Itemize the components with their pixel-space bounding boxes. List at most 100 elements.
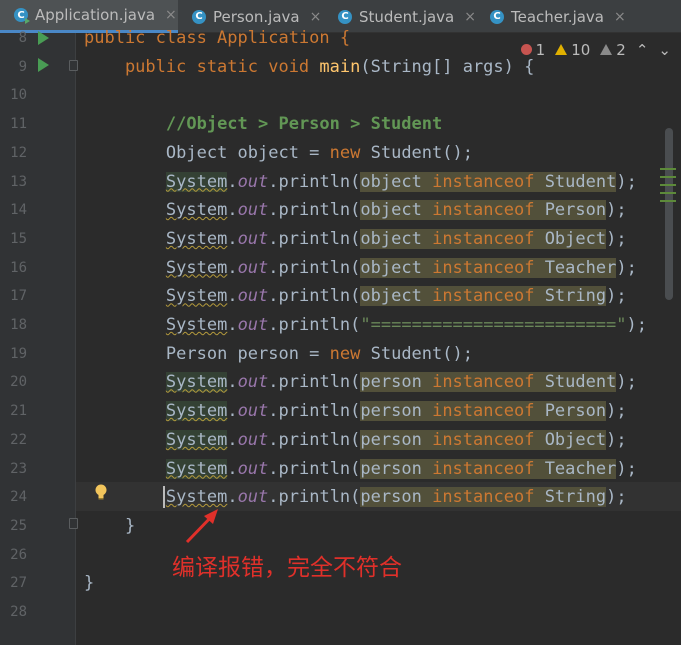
code-token: System [165,200,228,221]
instanceof-expression: object instanceof Student [360,171,617,192]
code-text: System.out.println(object instanceof Stu… [165,171,637,192]
line-number: 20 [10,374,27,391]
line-number: 8 [18,30,27,46]
code-token: out [237,487,269,508]
code-token: System [165,401,228,422]
code-line: 11 //Object > Person > Student [0,110,681,139]
text-caret [163,486,165,508]
code-token: .println( [268,458,361,479]
code-text: public class Application { [84,24,350,53]
fold-marker-icon[interactable] [69,518,78,529]
line-number: 17 [10,288,27,305]
code-token: out [237,286,269,307]
code-token: Object [544,228,607,249]
code-token: Person [544,401,607,422]
close-icon[interactable]: × [165,7,177,23]
line-number: 10 [10,87,27,104]
code-token: out [237,429,269,450]
code-token: ); [606,429,627,450]
fold-marker-icon[interactable] [69,60,78,71]
code-token: Object object = [165,142,330,163]
instanceof-expression: person instanceof Person [360,401,607,422]
code-token: .println( [268,487,361,508]
code-token: System [165,171,228,192]
keyword-instanceof: instanceof [432,228,535,249]
code-token: Student [544,171,617,192]
code-token: .println( [268,429,361,450]
code-line: 25 } [0,512,681,541]
code-text: //Object > Person > Student [84,110,442,139]
annotation-arrow [185,509,218,544]
keyword-new: new [329,142,361,163]
lightbulb-icon[interactable] [94,484,108,500]
code-token: } [84,573,95,594]
code-token: System [165,257,228,278]
java-class-run-icon: C [14,8,30,24]
code-token: object [360,228,422,249]
code-token: person [360,372,422,393]
keyword-instanceof: instanceof [432,171,535,192]
code-line: 28 [0,598,681,627]
line-number: 25 [10,517,27,534]
code-token: Student(); [360,343,473,364]
code-token: (String[] args) { [360,56,535,77]
code-text: System.out.println(person instanceof Tea… [165,458,637,479]
instanceof-expression: person instanceof Teacher [360,458,617,479]
code-token: } [84,515,136,536]
code-line: 14 System.out.println(object instanceof … [0,196,681,225]
code-token: .println( [268,286,361,307]
code-line: 10 [0,81,681,110]
code-token: Person [544,200,607,221]
line-number: 15 [10,230,27,247]
keyword-instanceof: instanceof [432,487,535,508]
line-number: 27 [10,575,27,592]
code-token: .println( [268,372,361,393]
code-token: System [165,286,228,307]
close-icon[interactable]: × [614,9,626,25]
code-token: person [360,429,422,450]
code-text: } [84,569,94,598]
code-line: 9 public static void main(String[] args)… [0,53,681,82]
code-line: 23 System.out.println(person instanceof … [0,455,681,484]
close-icon[interactable]: × [464,9,476,25]
java-class-icon: C [338,9,352,24]
code-token: System [165,458,228,479]
code-token: ); [616,458,637,479]
code-line: 12 Object object = new Student(); [0,139,681,168]
line-number: 18 [10,317,27,333]
code-token: out [237,228,269,249]
code-token: Object [544,429,607,450]
code-text: Person person = new Student(); [84,340,473,369]
code-text: System.out.println(person instanceof Stu… [165,372,637,393]
java-class-icon: C [192,9,206,24]
run-class-icon[interactable] [38,31,49,45]
run-main-icon[interactable] [38,58,49,72]
tab-label: Person.java [213,7,300,26]
code-text: System.out.println(person instanceof Str… [165,487,627,508]
code-token: object [360,286,422,307]
keyword-instanceof: instanceof [432,401,535,422]
line-number: 19 [10,345,27,362]
code-text: Object object = new Student(); [84,139,473,168]
code-line: 16 System.out.println(object instanceof … [0,254,681,283]
line-number: 28 [10,604,27,620]
code-line: 19 Person person = new Student(); [0,340,681,369]
line-number: 23 [10,460,27,477]
instanceof-expression: object instanceof Person [360,200,607,221]
close-icon[interactable]: × [310,9,322,25]
code-token: out [237,315,269,335]
code-token: public class Application { [84,28,351,48]
instanceof-expression: object instanceof Object [360,228,607,249]
code-line: 21 System.out.println(person instanceof … [0,397,681,426]
code-text: System.out.println(object instanceof Obj… [165,228,627,249]
line-number: 12 [10,144,27,161]
keyword-instanceof: instanceof [432,200,535,221]
code-token: ); [616,372,637,393]
line-number: 16 [10,259,27,276]
code-token: .println( [268,200,361,221]
code-token: String [544,286,607,307]
keyword-instanceof: instanceof [432,286,535,307]
instanceof-expression: object instanceof String [360,286,607,307]
code-text: System.out.println(object instanceof Per… [165,200,627,221]
code-token: ); [616,257,637,278]
